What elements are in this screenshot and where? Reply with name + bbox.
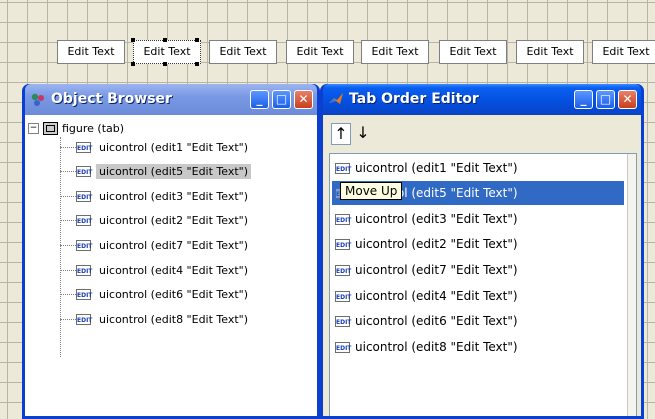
list-item-label: uicontrol (edit2 "Edit Text") xyxy=(355,237,518,251)
object-browser-window: Object Browser _ □ ✕ − figure (tab) EDIT… xyxy=(22,84,320,419)
edit-text-box[interactable]: Edit Text xyxy=(439,40,507,64)
edit-text-box[interactable]: Edit Text xyxy=(57,40,125,64)
object-browser-titlebar[interactable]: Object Browser _ □ ✕ xyxy=(25,84,317,115)
edit-control-icon: EDIT xyxy=(335,238,351,250)
list-item[interactable]: EDIT uicontrol (edit1 "Edit Text") xyxy=(332,156,624,180)
list-item-label: uicontrol (edit6 "Edit Text") xyxy=(355,314,518,328)
close-button[interactable]: ✕ xyxy=(618,90,637,109)
edit-control-icon: EDIT xyxy=(335,162,351,174)
move-up-tooltip: Move Up xyxy=(340,182,403,200)
list-item[interactable]: EDIT uicontrol (edit8 "Edit Text") xyxy=(332,335,624,359)
tree-item-label: uicontrol (edit5 "Edit Text") xyxy=(96,163,252,179)
list-item[interactable]: EDIT uicontrol (edit6 "Edit Text") xyxy=(332,309,624,333)
selection-handle[interactable] xyxy=(163,62,167,66)
tree-item[interactable]: EDIT uicontrol (edit7 "Edit Text") xyxy=(60,235,251,255)
edit-text-box-selected[interactable]: Edit Text xyxy=(133,40,201,64)
tree-item-label: uicontrol (edit2 "Edit Text") xyxy=(99,213,249,227)
object-browser-title: Object Browser xyxy=(51,91,172,107)
list-item-label: uicontrol (edit7 "Edit Text") xyxy=(355,263,518,277)
move-down-button[interactable]: ↓ xyxy=(353,123,373,145)
tree-item[interactable]: EDIT uicontrol (edit8 "Edit Text") xyxy=(60,309,251,329)
list-item[interactable]: EDIT uicontrol (edit2 "Edit Text") xyxy=(332,232,624,256)
tab-order-editor-window: Tab Order Editor _ □ ✕ ↑ ↓ EDIT uicontrol… xyxy=(320,84,644,419)
close-button[interactable]: ✕ xyxy=(294,90,313,109)
tab-order-list[interactable]: EDIT uicontrol (edit1 "Edit Text") EDIT ui… xyxy=(329,153,637,416)
tree-item[interactable]: EDIT uicontrol (edit1 "Edit Text") xyxy=(60,137,251,157)
tab-order-editor-titlebar[interactable]: Tab Order Editor _ □ ✕ xyxy=(323,84,641,115)
minimize-button[interactable]: _ xyxy=(250,90,269,109)
tree-item[interactable]: EDIT uicontrol (edit6 "Edit Text") xyxy=(60,284,251,304)
matlab-icon xyxy=(329,93,343,104)
tree-root-label: figure (tab) xyxy=(62,122,125,135)
list-item-label: uicontrol (edit1 "Edit Text") xyxy=(355,161,518,175)
tab-order-editor-body: ↑ ↓ EDIT uicontrol (edit1 "Edit Text") ED… xyxy=(323,115,641,416)
selection-handle[interactable] xyxy=(195,62,199,66)
edit-control-icon: EDIT xyxy=(76,288,92,300)
edit-control-icon: EDIT xyxy=(76,141,92,153)
edit-text-box[interactable]: Edit Text xyxy=(286,40,354,64)
edit-control-icon: EDIT xyxy=(76,165,92,177)
move-up-button[interactable]: ↑ xyxy=(331,123,351,145)
edit-control-icon: EDIT xyxy=(76,214,92,226)
tree-item-label: uicontrol (edit4 "Edit Text") xyxy=(99,263,249,277)
selection-handle[interactable] xyxy=(131,62,135,66)
tree-item[interactable]: EDIT uicontrol (edit2 "Edit Text") xyxy=(60,210,251,230)
toolbar: ↑ ↓ xyxy=(323,115,641,153)
tree-item-label: uicontrol (edit3 "Edit Text") xyxy=(99,189,249,203)
list-item[interactable]: EDIT uicontrol (edit7 "Edit Text") xyxy=(332,258,624,282)
object-browser-tree: − figure (tab) EDIT uicontrol (edit1 "Edi… xyxy=(25,115,317,416)
tree-item[interactable]: EDIT uicontrol (edit3 "Edit Text") xyxy=(60,186,251,206)
maximize-button[interactable]: □ xyxy=(272,90,291,109)
selection-handle[interactable] xyxy=(131,38,135,42)
list-item[interactable]: EDIT uicontrol (edit3 "Edit Text") xyxy=(332,207,624,231)
tree-item-label: uicontrol (edit1 "Edit Text") xyxy=(99,140,249,154)
edit-text-box[interactable]: Edit Text xyxy=(592,40,655,64)
tree-item[interactable]: EDIT uicontrol (edit4 "Edit Text") xyxy=(60,260,251,280)
tree-item-selected[interactable]: EDIT uicontrol (edit5 "Edit Text") xyxy=(60,161,252,181)
edit-control-icon: EDIT xyxy=(335,213,351,225)
tab-order-editor-title: Tab Order Editor xyxy=(349,91,479,107)
list-item-label: uicontrol (edit4 "Edit Text") xyxy=(355,289,518,303)
collapse-icon[interactable]: − xyxy=(28,123,39,134)
edit-control-icon: EDIT xyxy=(76,264,92,276)
tree-item-label: uicontrol (edit6 "Edit Text") xyxy=(99,287,249,301)
list-item-label: uicontrol (edit8 "Edit Text") xyxy=(355,340,518,354)
list-item[interactable]: EDIT uicontrol (edit4 "Edit Text") xyxy=(332,284,624,308)
figure-icon xyxy=(43,122,58,135)
edit-control-icon: EDIT xyxy=(335,264,351,276)
tree-root[interactable]: − figure (tab) xyxy=(28,122,124,135)
edit-control-icon: EDIT xyxy=(335,290,351,302)
selection-handle[interactable] xyxy=(195,38,199,42)
edit-control-icon: EDIT xyxy=(76,239,92,251)
tree-item-label: uicontrol (edit8 "Edit Text") xyxy=(99,312,249,326)
object-browser-icon xyxy=(31,93,44,106)
maximize-button[interactable]: □ xyxy=(596,90,615,109)
selection-handle[interactable] xyxy=(163,38,167,42)
edit-control-icon: EDIT xyxy=(76,190,92,202)
list-item-label: uicontrol (edit3 "Edit Text") xyxy=(355,212,518,226)
list-scrollbar[interactable] xyxy=(627,154,636,416)
minimize-button[interactable]: _ xyxy=(574,90,593,109)
edit-control-icon: EDIT xyxy=(335,341,351,353)
edit-text-box[interactable]: Edit Text xyxy=(516,40,584,64)
edit-text-box[interactable]: Edit Text xyxy=(361,40,429,64)
edit-control-icon: EDIT xyxy=(335,315,351,327)
edit-control-icon: EDIT xyxy=(76,313,92,325)
tree-item-label: uicontrol (edit7 "Edit Text") xyxy=(99,238,249,252)
edit-text-box[interactable]: Edit Text xyxy=(209,40,277,64)
